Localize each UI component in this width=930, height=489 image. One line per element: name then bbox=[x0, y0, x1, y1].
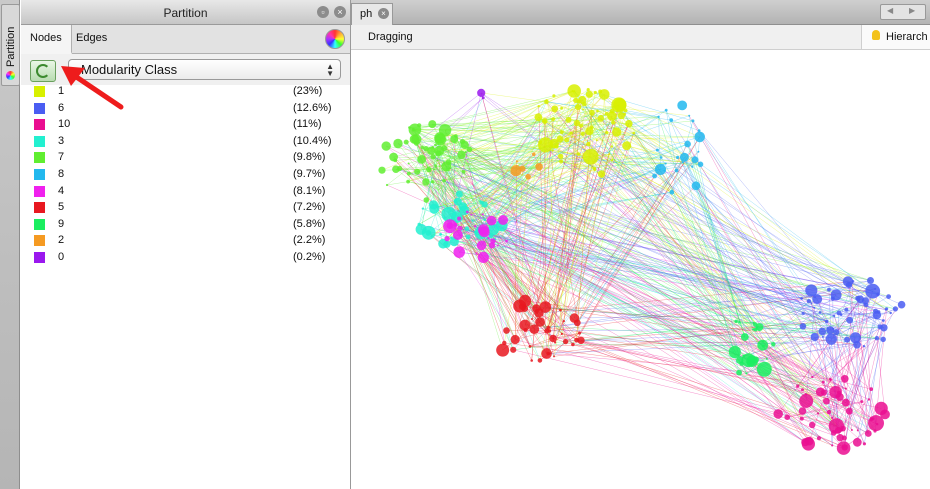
hierarchy-button[interactable]: Hierarch bbox=[861, 25, 930, 49]
select-arrows-icon: ▲ ▼ bbox=[326, 62, 334, 78]
graph-toolbar: Dragging Hierarch bbox=[351, 25, 930, 50]
legend-percentage: (7.2%) bbox=[293, 201, 326, 214]
legend-swatch[interactable] bbox=[34, 102, 45, 114]
legend-percentage: (9.7%) bbox=[293, 167, 326, 180]
document-tab-bar: ph × ◀ ▶ bbox=[351, 0, 930, 25]
close-icon[interactable]: × bbox=[334, 6, 346, 18]
legend-label: 9 bbox=[58, 217, 65, 230]
legend-percentage: (2.2%) bbox=[293, 234, 326, 247]
panel-title-bar: Partition ▫ × bbox=[21, 0, 350, 25]
legend-label: 2 bbox=[58, 234, 65, 247]
legend-label: 10 bbox=[58, 118, 71, 131]
minimize-icon[interactable]: ▫ bbox=[317, 6, 329, 18]
legend-row[interactable]: 3 (10.4%) bbox=[21, 134, 350, 151]
legend-percentage: (8.1%) bbox=[293, 184, 326, 197]
tab-nodes[interactable]: Nodes bbox=[21, 25, 72, 54]
tab-nav-arrows[interactable]: ◀ ▶ bbox=[880, 4, 926, 20]
legend-label: 7 bbox=[58, 151, 65, 164]
legend-row[interactable]: 9 (5.8%) bbox=[21, 217, 350, 234]
annotation-arrow-icon bbox=[61, 66, 124, 110]
legend-percentage: (23%) bbox=[293, 85, 323, 97]
legend-label: 0 bbox=[58, 250, 65, 263]
tab-prev-icon[interactable]: ◀ bbox=[887, 6, 893, 15]
legend-row[interactable]: 10 (11%) bbox=[21, 117, 350, 134]
legend-row[interactable]: 8 (9.7%) bbox=[21, 167, 350, 184]
refresh-icon bbox=[36, 64, 50, 78]
tab-edges[interactable]: Edges bbox=[67, 25, 116, 52]
network-graph-canvas[interactable] bbox=[351, 48, 930, 489]
legend-row[interactable]: 4 (8.1%) bbox=[21, 184, 350, 201]
legend-swatch[interactable] bbox=[34, 235, 45, 247]
legend-swatch[interactable] bbox=[34, 119, 45, 131]
legend-label: 8 bbox=[58, 167, 65, 180]
legend-swatch[interactable] bbox=[34, 135, 45, 147]
legend-percentage: (9.8%) bbox=[293, 151, 326, 164]
legend-percentage: (10.4%) bbox=[293, 134, 332, 147]
tab-next-icon[interactable]: ▶ bbox=[909, 6, 915, 15]
side-strip: Partition bbox=[0, 0, 20, 489]
legend-row[interactable]: 5 (7.2%) bbox=[21, 200, 350, 217]
partition-panel: Partition ▫ × Nodes Edges Modularity Cla… bbox=[21, 0, 351, 489]
legend-percentage: (5.8%) bbox=[293, 217, 326, 230]
legend-label: 3 bbox=[58, 134, 65, 147]
legend-label: 4 bbox=[58, 184, 65, 197]
refresh-button[interactable] bbox=[30, 60, 56, 82]
graph-window: ph × ◀ ▶ Dragging Hierarch bbox=[351, 0, 930, 489]
legend-swatch[interactable] bbox=[34, 218, 45, 230]
tab-graph-label: ph bbox=[360, 8, 373, 20]
legend-swatch[interactable] bbox=[34, 86, 45, 97]
panel-title: Partition bbox=[163, 6, 208, 20]
legend-swatch[interactable] bbox=[34, 185, 45, 197]
hierarchy-label: Hierarch bbox=[886, 31, 928, 43]
close-tab-icon[interactable]: × bbox=[378, 8, 389, 19]
sidebar-tab-partition[interactable]: Partition bbox=[1, 4, 20, 86]
legend-swatch[interactable] bbox=[34, 202, 45, 214]
palette-small-icon bbox=[6, 71, 15, 80]
tab-graph[interactable]: ph × bbox=[351, 3, 393, 25]
legend-row[interactable]: 2 (2.2%) bbox=[21, 233, 350, 250]
legend-percentage: (0.2%) bbox=[293, 250, 326, 263]
legend-percentage: (12.6%) bbox=[293, 101, 332, 114]
legend-swatch[interactable] bbox=[34, 168, 45, 180]
color-palette-icon[interactable] bbox=[325, 29, 345, 49]
panel-tabs: Nodes Edges bbox=[21, 25, 350, 54]
legend-row[interactable]: 0 (0.2%) bbox=[21, 250, 350, 267]
legend-label: 5 bbox=[58, 201, 65, 214]
lightbulb-icon bbox=[872, 30, 880, 40]
legend-row[interactable]: 7 (9.8%) bbox=[21, 150, 350, 167]
legend-swatch[interactable] bbox=[34, 251, 45, 263]
sidebar-tab-label: Partition bbox=[5, 26, 17, 67]
interaction-mode-label: Dragging bbox=[368, 31, 413, 43]
legend-swatch[interactable] bbox=[34, 152, 45, 164]
legend-percentage: (11%) bbox=[293, 118, 322, 131]
